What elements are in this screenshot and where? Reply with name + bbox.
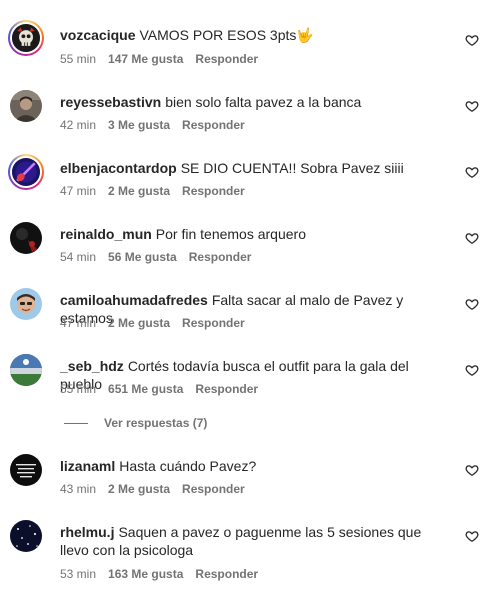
comment-text: SE DIO CUENTA!! Sobra Pavez siiii bbox=[180, 160, 404, 176]
comment-likes[interactable]: 163 Me gusta bbox=[108, 567, 183, 581]
comment-time: 54 min bbox=[60, 250, 97, 264]
comment-likes[interactable]: 2 Me gusta bbox=[108, 184, 170, 198]
like-heart-icon[interactable] bbox=[465, 463, 479, 477]
avatar[interactable] bbox=[8, 154, 44, 190]
comment-body: lizanaml Hasta cuándo Pavez? bbox=[60, 457, 440, 475]
comment-likes[interactable]: 2 Me gusta bbox=[108, 316, 170, 330]
like-heart-icon[interactable] bbox=[465, 231, 479, 245]
comment-username[interactable]: camiloahumadafredes bbox=[60, 292, 208, 308]
comment-body: vozcacique VAMOS POR ESOS 3pts🤟 bbox=[60, 26, 440, 44]
comment-text: Saquen a pavez o paguenme las 5 sesiones… bbox=[60, 524, 422, 558]
comment-time: 55 min bbox=[60, 382, 97, 396]
comment-meta: 55 min 147 Me gusta Responder bbox=[60, 52, 270, 66]
reply-button[interactable]: Responder bbox=[195, 52, 258, 66]
comment-body: reinaldo_mun Por fin tenemos arquero bbox=[60, 225, 440, 243]
avatar[interactable] bbox=[10, 288, 42, 320]
comment-meta: 42 min 3 Me gusta Responder bbox=[60, 118, 257, 132]
comment-username[interactable]: rhelmu.j bbox=[60, 524, 114, 540]
comment-time: 55 min bbox=[60, 52, 97, 66]
comment-text: bien solo falta pavez a la banca bbox=[165, 94, 362, 110]
comment-meta: 43 min 2 Me gusta Responder bbox=[60, 482, 257, 496]
comment-likes[interactable]: 651 Me gusta bbox=[108, 382, 183, 396]
reply-button[interactable]: Responder bbox=[182, 482, 245, 496]
comment-text: Por fin tenemos arquero bbox=[155, 226, 306, 242]
comment-likes[interactable]: 3 Me gusta bbox=[108, 118, 170, 132]
guitar-avatar-icon bbox=[12, 158, 40, 186]
comment-time: 42 min bbox=[60, 118, 97, 132]
like-heart-icon[interactable] bbox=[465, 363, 479, 377]
comment-username[interactable]: elbenjacontardop bbox=[60, 160, 177, 176]
comment-time: 47 min bbox=[60, 316, 97, 330]
dark-avatar-icon bbox=[10, 222, 42, 254]
like-heart-icon[interactable] bbox=[465, 297, 479, 311]
comment-username[interactable]: reinaldo_mun bbox=[60, 226, 152, 242]
comment-time: 47 min bbox=[60, 184, 97, 198]
like-heart-icon[interactable] bbox=[465, 529, 479, 543]
face-avatar-icon bbox=[10, 288, 42, 320]
stars-avatar-icon bbox=[10, 520, 42, 552]
comment-meta: 53 min 163 Me gusta Responder bbox=[60, 567, 270, 581]
avatar[interactable] bbox=[10, 222, 42, 254]
comment-text: Hasta cuándo Pavez? bbox=[119, 458, 257, 474]
comment-likes[interactable]: 2 Me gusta bbox=[108, 482, 170, 496]
reply-button[interactable]: Responder bbox=[182, 316, 245, 330]
comment-time: 53 min bbox=[60, 567, 97, 581]
comment-username[interactable]: vozcacique bbox=[60, 27, 135, 43]
like-heart-icon[interactable] bbox=[465, 99, 479, 113]
skull-avatar-icon bbox=[12, 24, 40, 52]
reply-button[interactable]: Responder bbox=[182, 184, 245, 198]
avatar[interactable] bbox=[8, 20, 44, 56]
comment-body: reyessebastivn bien solo falta pavez a la… bbox=[60, 93, 440, 111]
comment-body: elbenjacontardop SE DIO CUENTA!! Sobra Pa… bbox=[60, 159, 440, 177]
stadium-avatar-icon bbox=[10, 354, 42, 386]
avatar[interactable] bbox=[10, 354, 42, 386]
reply-button[interactable]: Responder bbox=[182, 118, 245, 132]
view-replies-label: Ver respuestas (7) bbox=[104, 416, 208, 430]
comments-list: vozcacique VAMOS POR ESOS 3pts🤟 55 min 147… bbox=[0, 0, 487, 590]
like-heart-icon[interactable] bbox=[465, 165, 479, 179]
comment-meta: 55 min 651 Me gusta Responder bbox=[60, 382, 270, 396]
avatar[interactable] bbox=[10, 90, 42, 122]
comment-likes[interactable]: 56 Me gusta bbox=[108, 250, 177, 264]
reply-button[interactable]: Responder bbox=[195, 567, 258, 581]
comment-meta: 47 min 2 Me gusta Responder bbox=[60, 184, 257, 198]
view-replies-button[interactable]: Ver respuestas (7) bbox=[64, 416, 207, 430]
comment-likes[interactable]: 147 Me gusta bbox=[108, 52, 183, 66]
comment-time: 43 min bbox=[60, 482, 97, 496]
comment-username[interactable]: _seb_hdz bbox=[60, 358, 124, 374]
comment-text: VAMOS POR ESOS 3pts🤟 bbox=[139, 27, 314, 43]
reply-button[interactable]: Responder bbox=[195, 382, 258, 396]
reply-button[interactable]: Responder bbox=[189, 250, 252, 264]
avatar[interactable] bbox=[10, 520, 42, 552]
person-avatar-icon bbox=[10, 90, 42, 122]
text-avatar-icon bbox=[10, 454, 42, 486]
comment-body: rhelmu.j Saquen a pavez o paguenme las 5 … bbox=[60, 523, 440, 559]
comment-meta: 47 min 2 Me gusta Responder bbox=[60, 316, 257, 330]
comment-username[interactable]: reyessebastivn bbox=[60, 94, 161, 110]
replies-divider bbox=[64, 422, 88, 424]
comment-username[interactable]: lizanaml bbox=[60, 458, 115, 474]
avatar[interactable] bbox=[10, 454, 42, 486]
comment-meta: 54 min 56 Me gusta Responder bbox=[60, 250, 263, 264]
like-heart-icon[interactable] bbox=[465, 33, 479, 47]
